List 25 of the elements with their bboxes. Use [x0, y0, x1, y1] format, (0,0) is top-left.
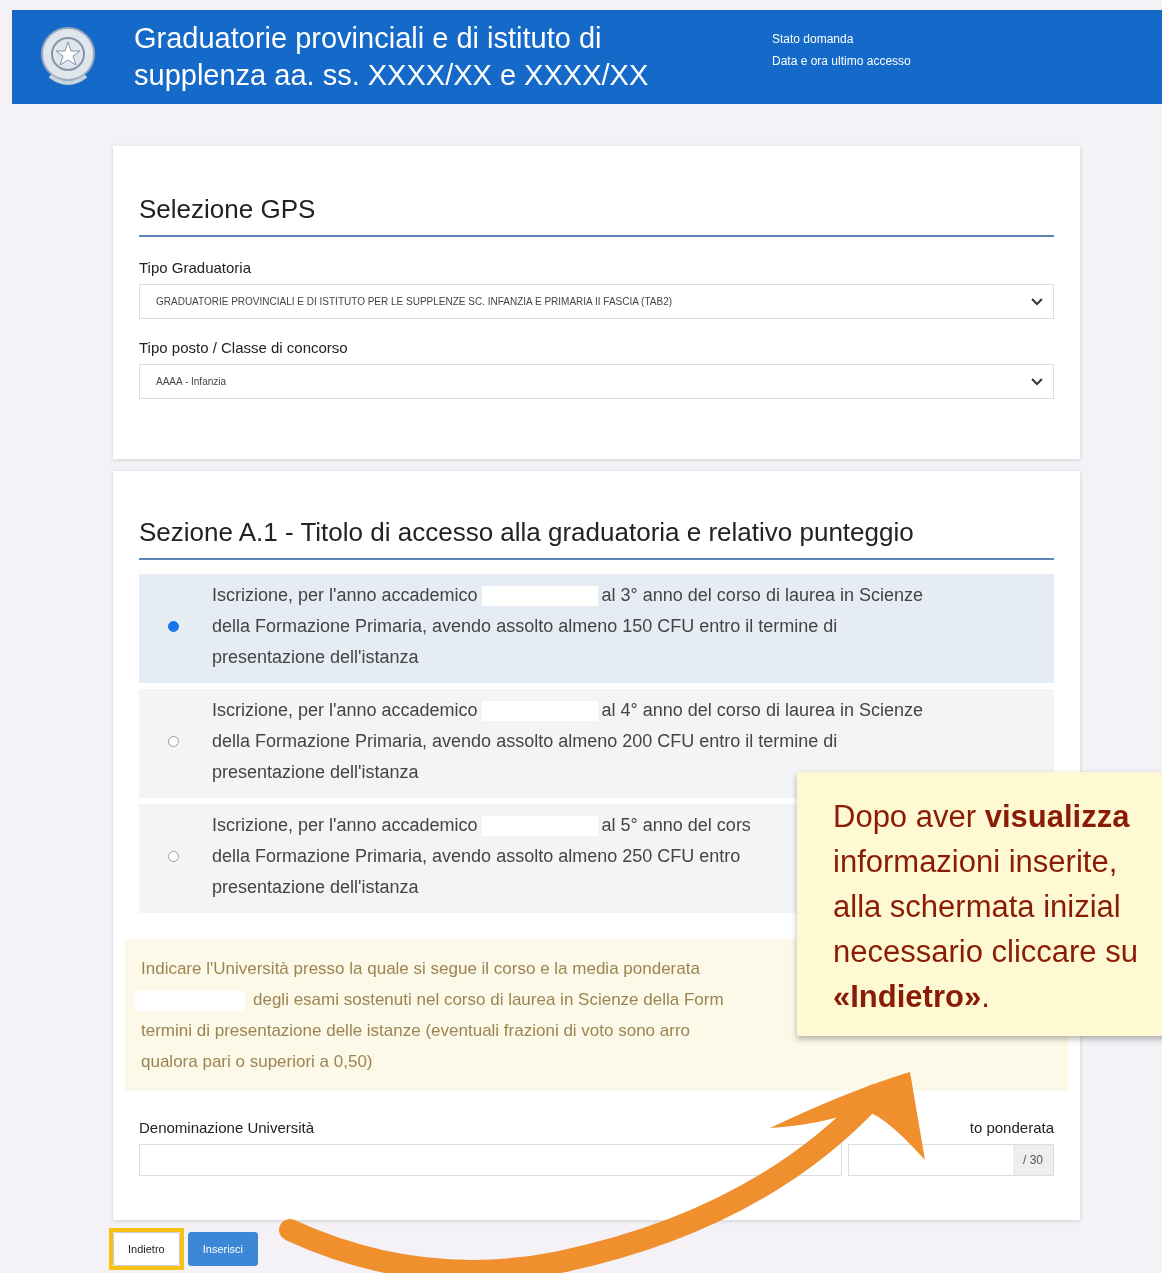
field-label: to ponderata	[968, 1119, 1054, 1136]
chevron-icon	[1031, 297, 1043, 306]
dropdown-field[interactable]: AAAA - Infanzia	[139, 364, 1054, 399]
option-text: Iscrizione, per l'anno accademico al 3° anno del corso di laurea in Scienze della Formazione Primaria, avendo assolto almeno 150 CFU entro il termine di presentazione dell'istanza	[212, 584, 923, 669]
status-text: Stato domanda	[772, 31, 855, 48]
radio-button[interactable]	[168, 621, 179, 632]
option-row[interactable]: Iscrizione, per l'anno accademico al 4° anno del corso di laurea in Scienze della Formazione Primaria, avendo assolto almeno 200 CFU entro il termine di presentazione dell'istanza	[139, 689, 1054, 798]
field-label: Denominazione Università	[139, 1119, 316, 1136]
app-title: Graduatorie provinciali e di istituto di supplenza aa. ss. XXXX/XX e XXXX/XX	[134, 21, 650, 93]
field-label: Tipo posto / Classe di concorso	[139, 339, 349, 356]
last-access-text: Data e ora ultimo accesso	[772, 53, 911, 70]
university-field[interactable]	[139, 1144, 842, 1176]
section-title: Sezione A.1 - Titolo di accesso alla graduatoria e relativo punteggio	[139, 517, 1054, 560]
option-text: Iscrizione, per l'anno accademico al 5° anno del cors della Formazione Primaria, avendo assolto almeno 250 CFU entro presentazione dell'istanza	[212, 814, 751, 899]
insert-button[interactable]: Inserisci	[187, 1232, 259, 1266]
back-button[interactable]: Indietro	[113, 1232, 180, 1266]
section-title: Selezione GPS	[139, 194, 1054, 237]
chevron-icon	[1031, 377, 1043, 386]
option-text: Iscrizione, per l'anno accademico al 4° anno del corso di laurea in Scienze della Formazione Primaria, avendo assolto almeno 200 CFU entro il termine di presentazione dell'istanza	[212, 699, 923, 784]
average-field[interactable]: / 30	[848, 1144, 1054, 1176]
dropdown-field[interactable]: GRADUATORIE PROVINCIALI E DI ISTITUTO PER LE SUPPLENZE SC. INFANZIA E PRIMARIA II FASCIA (TAB2)	[139, 284, 1054, 319]
radio-button[interactable]	[168, 736, 179, 747]
option-row[interactable]: Iscrizione, per l'anno accademico al 3° anno del corso di laurea in Scienze della Formazione Primaria, avendo assolto almeno 150 CFU entro il termine di presentazione dell'istanza	[139, 574, 1054, 683]
field-label: Tipo Graduatoria	[139, 259, 252, 276]
radio-button[interactable]	[168, 851, 179, 862]
